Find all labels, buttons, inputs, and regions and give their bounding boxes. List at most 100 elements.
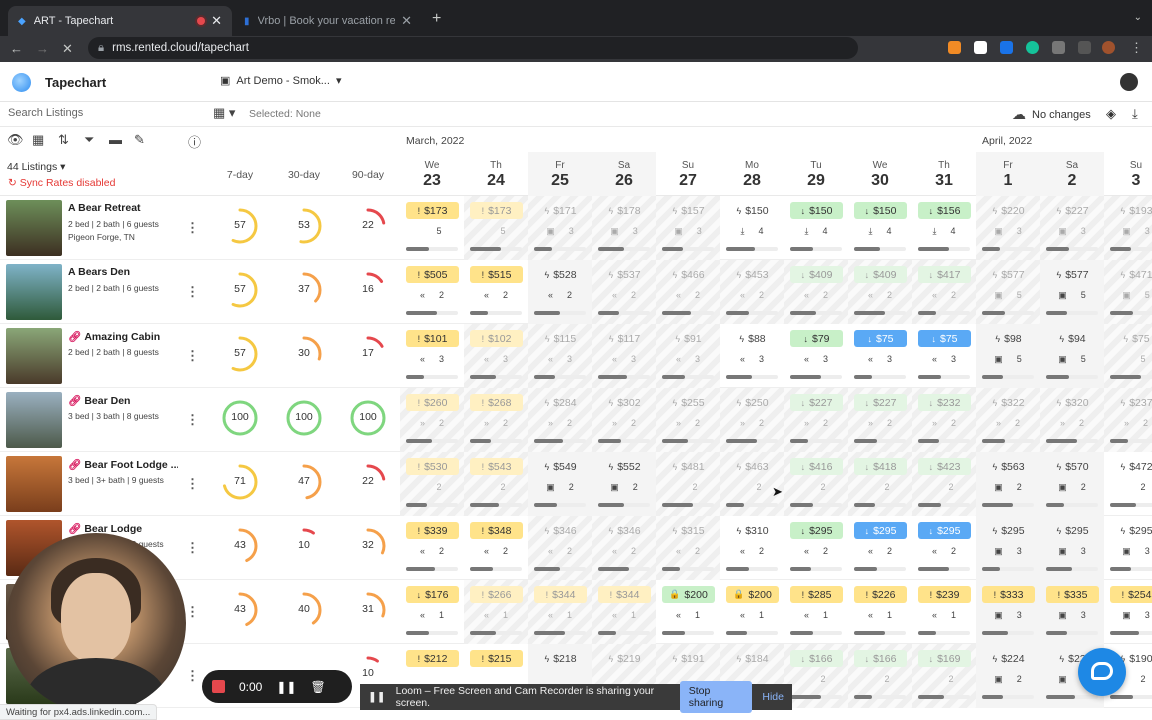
rate-cell[interactable]: ↓ $150 ⤓ 4 <box>848 196 912 260</box>
rate-cell[interactable]: ϟ $220 ▣ 3 <box>976 196 1040 260</box>
rate-cell[interactable]: ϟ $577 ▣ 5 <box>1040 260 1104 324</box>
rate-pill[interactable]: ϟ $346 <box>598 522 651 539</box>
rate-cell[interactable]: ↓ $409 «2 <box>848 260 912 324</box>
layers-icon[interactable]: ◈ <box>1106 106 1116 122</box>
rate-pill[interactable]: ↓ $418 <box>854 458 907 475</box>
rate-pill[interactable]: ! $530 <box>406 458 459 475</box>
rate-cell[interactable]: ϟ $115 «3 <box>528 324 592 388</box>
rate-pill[interactable]: ϟ $463 <box>726 458 779 475</box>
rate-pill[interactable]: ! $344 <box>534 586 587 603</box>
rate-pill[interactable]: ϟ $295 <box>1046 522 1099 539</box>
folder-icon[interactable]: ▬ <box>109 132 122 147</box>
rate-pill[interactable]: ↓ $409 <box>854 266 907 283</box>
rate-cell[interactable]: ϟ $75 5 <box>1104 324 1152 388</box>
rate-pill[interactable]: ! $266 <box>470 586 523 603</box>
rate-cell[interactable]: ϟ $315 «2 <box>656 516 720 580</box>
rate-pill[interactable]: ↓ $79 <box>790 330 843 347</box>
webcam-bubble[interactable] <box>6 533 186 713</box>
rate-cell[interactable]: ↓ $227» 2 <box>784 388 848 452</box>
forward-icon[interactable]: → <box>36 41 49 56</box>
rate-pill[interactable]: ↓ $409 <box>790 266 843 283</box>
rate-cell[interactable]: ϟ $224 ▣ 2 <box>976 644 1040 708</box>
rate-pill[interactable]: ϟ $552 <box>598 458 651 475</box>
profile-avatar[interactable] <box>1102 41 1115 54</box>
rate-cell[interactable]: ϟ $577 ▣ 5 <box>976 260 1040 324</box>
rate-pill[interactable]: ϟ $117 <box>598 330 651 347</box>
rate-pill[interactable]: ϟ $250 <box>726 394 779 411</box>
rate-cell[interactable]: ϟ $537 «2 <box>592 260 656 324</box>
rate-cell[interactable]: ϟ $322» 2 <box>976 388 1040 452</box>
rate-pill[interactable]: ↓ $232 <box>918 394 971 411</box>
rate-cell[interactable]: ↓ $417 «2 <box>912 260 976 324</box>
rate-pill[interactable]: ϟ $237 <box>1110 394 1152 411</box>
rate-pill[interactable]: ↓ $156 <box>918 202 971 219</box>
rate-pill[interactable]: ! $260 <box>406 394 459 411</box>
rate-cell[interactable]: ϟ $302» 2 <box>592 388 656 452</box>
rate-pill[interactable]: ϟ $284 <box>534 394 587 411</box>
info-icon[interactable]: ⓘ <box>188 132 201 151</box>
stop-loading-icon[interactable]: ✕ <box>62 41 73 57</box>
rate-cell[interactable]: ϟ $466 «2 <box>656 260 720 324</box>
rate-cell[interactable]: ϟ $563 ▣ 2 <box>976 452 1040 516</box>
rate-pill[interactable]: ϟ $255 <box>662 394 715 411</box>
rate-cell[interactable]: ϟ $250» 2 <box>720 388 784 452</box>
rate-cell[interactable]: ϟ $471 ▣ 5 <box>1104 260 1152 324</box>
edit-icon[interactable]: ✎ <box>134 132 145 148</box>
rate-cell[interactable]: ϟ $171 ▣ 3 <box>528 196 592 260</box>
more-options-icon[interactable]: ⋮ <box>186 284 199 300</box>
rate-pill[interactable]: ! $254 <box>1110 586 1152 603</box>
menu-icon[interactable]: ⋮ <box>1130 40 1143 56</box>
rate-cell[interactable]: 🔒 $200 «1 <box>656 580 720 644</box>
rate-pill[interactable]: ↓ $176 <box>406 586 459 603</box>
listing-thumbnail[interactable] <box>6 392 62 448</box>
more-options-icon[interactable]: ⋮ <box>186 668 199 684</box>
rate-pill[interactable]: ! $339 <box>406 522 459 539</box>
rate-cell[interactable]: ϟ $346 «2 <box>528 516 592 580</box>
rate-cell[interactable]: ↓ $156 ⤓ 4 <box>912 196 976 260</box>
rate-cell[interactable]: ϟ $117 «3 <box>592 324 656 388</box>
eye-icon[interactable]: 👁︎ <box>7 132 24 148</box>
rate-pill[interactable]: ϟ $472 <box>1110 458 1152 475</box>
rate-pill[interactable]: ! $285 <box>790 586 843 603</box>
rate-cell[interactable]: ϟ $346 «2 <box>592 516 656 580</box>
rate-pill[interactable]: ↓ $417 <box>918 266 971 283</box>
rate-cell[interactable]: ϟ $150 ⤓ 4 <box>720 196 784 260</box>
rate-cell[interactable]: ϟ $310 «2 <box>720 516 784 580</box>
rate-pill[interactable]: ↓ $166 <box>854 650 907 667</box>
listing-name[interactable]: A Bear Retreat <box>68 202 178 214</box>
rate-pill[interactable]: ϟ $75 <box>1110 330 1152 347</box>
rate-cell[interactable]: ↓ $169 2 <box>912 644 976 708</box>
rate-pill[interactable]: ! $335 <box>1046 586 1099 603</box>
rate-pill[interactable]: ϟ $295 <box>982 522 1035 539</box>
rate-cell[interactable]: ϟ $255» 2 <box>656 388 720 452</box>
rate-cell[interactable]: ϟ $284» 2 <box>528 388 592 452</box>
rate-cell[interactable]: ↓ $418 2 <box>848 452 912 516</box>
rate-pill[interactable]: ϟ $471 <box>1110 266 1152 283</box>
listing-name[interactable]: 🔗︎ Bear Foot Lodge ... <box>68 458 178 471</box>
rate-cell[interactable]: ϟ $237» 2 <box>1104 388 1152 452</box>
listing-name[interactable]: 🔗︎ Amazing Cabin <box>68 330 178 343</box>
rate-cell[interactable]: ↓ $150 ⤓ 4 <box>784 196 848 260</box>
rate-pill[interactable]: 🔒 $200 <box>726 586 779 603</box>
rate-cell[interactable]: ! $239 «1 <box>912 580 976 644</box>
rate-pill[interactable]: ϟ $219 <box>598 650 651 667</box>
rate-cell[interactable]: ϟ $193 ▣ 3 <box>1104 196 1152 260</box>
rate-pill[interactable]: ↓ $423 <box>918 458 971 475</box>
rate-pill[interactable]: ϟ $157 <box>662 202 715 219</box>
rate-pill[interactable]: ↓ $169 <box>918 650 971 667</box>
rate-cell[interactable]: ϟ $88 «3 <box>720 324 784 388</box>
listing-thumbnail[interactable] <box>6 328 62 384</box>
rate-cell[interactable]: ϟ $453 «2 <box>720 260 784 324</box>
rate-cell[interactable]: ! $260» 2 <box>400 388 464 452</box>
rate-pill[interactable]: ϟ $98 <box>982 330 1035 347</box>
property-selector[interactable]: ▣ Art Demo - Smok... ▾ <box>220 74 341 88</box>
rate-cell[interactable]: ϟ $295 ▣ 3 <box>1104 516 1152 580</box>
rate-pill[interactable]: ϟ $171 <box>534 202 587 219</box>
rate-pill[interactable]: ! $212 <box>406 650 459 667</box>
rate-cell[interactable]: ↓ $176 «1 <box>400 580 464 644</box>
rate-pill[interactable]: ↓ $416 <box>790 458 843 475</box>
rate-cell[interactable]: ! $505 «2 <box>400 260 464 324</box>
rate-cell[interactable]: ! $226 «1 <box>848 580 912 644</box>
rate-cell[interactable]: ↓ $295 «2 <box>848 516 912 580</box>
rate-pill[interactable]: ϟ $191 <box>662 650 715 667</box>
